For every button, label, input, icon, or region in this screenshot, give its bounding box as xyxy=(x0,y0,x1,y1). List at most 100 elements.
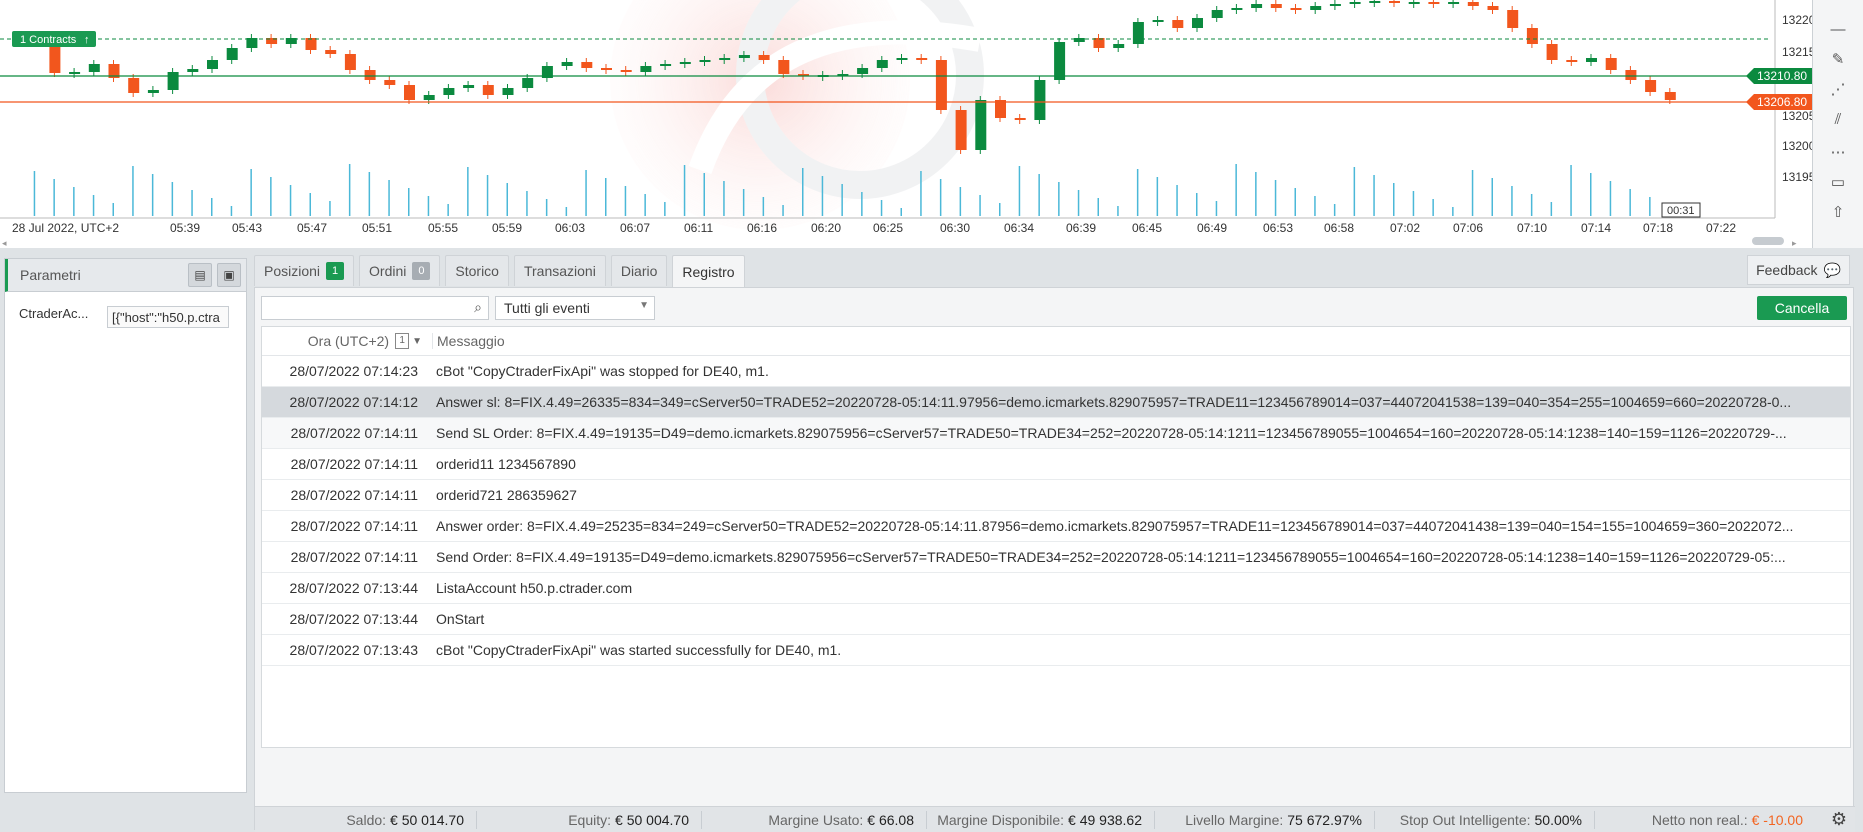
candle xyxy=(187,69,199,72)
volume-bar xyxy=(1196,193,1198,216)
minus-icon[interactable]: — xyxy=(1828,20,1848,40)
candlestick-chart[interactable]: 1 Contracts ↑ 13220.0 13215.0 13205.0 13… xyxy=(0,0,1812,248)
margin-level-stat: Livello Margine: 75 672.97% xyxy=(1155,810,1375,829)
channel-icon[interactable]: ⫽ xyxy=(1828,110,1848,130)
candle xyxy=(1251,4,1263,8)
volume-bar xyxy=(900,208,902,216)
volume-bar xyxy=(368,172,371,216)
volume-bar xyxy=(565,207,568,216)
time-label: 05:59 xyxy=(492,221,522,235)
clear-button[interactable]: Cancella xyxy=(1757,296,1847,320)
contracts-tag[interactable]: 1 Contracts ↑ xyxy=(12,31,96,47)
gear-icon[interactable]: ⚙ xyxy=(1831,809,1847,830)
candle xyxy=(995,100,1006,118)
volume-bar xyxy=(1077,190,1080,216)
arrow-up-icon[interactable]: ⇧ xyxy=(1828,203,1848,223)
candle xyxy=(69,72,81,74)
candle xyxy=(1664,92,1676,100)
candle xyxy=(1526,28,1538,44)
table-row[interactable]: 28/07/2022 07:14:11 Send Order: 8=FIX.4.4… xyxy=(262,542,1850,573)
table-row[interactable]: 28/07/2022 07:14:12 Answer sl: 8=FIX.4.49… xyxy=(262,387,1850,418)
candle xyxy=(463,85,475,88)
table-row[interactable]: 28/07/2022 07:14:23 cBot "CopyCtraderFixA… xyxy=(262,356,1850,387)
candle xyxy=(1507,10,1519,28)
time-label: 07:14 xyxy=(1581,221,1611,235)
volume-bar xyxy=(802,168,804,216)
account-status-bar: Saldo: € 50 014.70 Equity: € 50 004.70 Mar… xyxy=(255,806,1855,832)
candle xyxy=(482,85,494,95)
tab-transactions[interactable]: Transazioni xyxy=(513,255,606,286)
log-header: Ora (UTC+2) 1 ▼ Messaggio xyxy=(262,327,1850,356)
time-label: 06:49 xyxy=(1197,221,1227,235)
volume-bar xyxy=(329,201,331,216)
table-row[interactable]: 28/07/2022 07:14:11 orderid11 1234567890 xyxy=(262,449,1850,480)
volume-bar xyxy=(1412,191,1415,216)
message-column-header[interactable]: Messaggio xyxy=(432,333,505,349)
tab-journal[interactable]: Diario xyxy=(610,255,668,286)
time-column-header[interactable]: Ora (UTC+2) 1 ▼ xyxy=(262,333,432,349)
search-icon[interactable]: ⌕ xyxy=(474,299,482,316)
candle xyxy=(1605,58,1617,70)
volume-bar xyxy=(880,200,883,216)
volume-bar xyxy=(624,186,627,216)
bottom-panel: Posizioni 1 Ordini 0 Storico Transazioni D… xyxy=(254,255,1860,832)
scroll-right-icon[interactable]: ▸ xyxy=(1792,238,1797,248)
rectangle-icon[interactable]: ▭ xyxy=(1828,173,1848,193)
table-row[interactable]: 28/07/2022 07:13:43 cBot "CopyCtraderFixA… xyxy=(262,635,1850,666)
fibonacci-icon[interactable]: ⋰ xyxy=(1828,80,1848,100)
table-row[interactable]: 28/07/2022 07:13:44 ListaAccount h50.p.ct… xyxy=(262,573,1850,604)
tab-history[interactable]: Storico xyxy=(445,255,509,286)
parameter-value-input[interactable]: [{"host":"h50.p.ctra xyxy=(107,306,229,328)
table-row[interactable]: 28/07/2022 07:14:11 Answer order: 8=FIX.4… xyxy=(262,511,1850,542)
watermark-logo xyxy=(610,0,984,230)
volume-bar xyxy=(1649,197,1651,216)
time-label: 07:18 xyxy=(1643,221,1673,235)
folder-open-icon[interactable]: ▤ xyxy=(188,263,212,287)
table-row[interactable]: 28/07/2022 07:14:11 orderid721 286359627 xyxy=(262,480,1850,511)
unrealized-net-stat: Netto non real.: € -10.00 xyxy=(1651,811,1803,828)
volume-bar xyxy=(1432,199,1434,216)
bid-price-tag: 13210.80 xyxy=(1746,68,1812,84)
ask-price-tag: 13206.80 xyxy=(1746,94,1812,110)
tab-positions[interactable]: Posizioni 1 xyxy=(254,255,355,286)
candle xyxy=(1546,44,1558,60)
volume-bar xyxy=(979,195,981,216)
grid-icon[interactable]: ⋯ xyxy=(1828,143,1848,163)
log-table[interactable]: Ora (UTC+2) 1 ▼ Messaggio 28/07/2022 07:14… xyxy=(261,326,1851,748)
save-icon[interactable]: ▣ xyxy=(217,263,241,287)
scroll-left-icon[interactable]: ◂ xyxy=(2,238,7,248)
candle xyxy=(699,60,711,62)
search-input[interactable]: ⌕ xyxy=(261,296,489,320)
price-chart[interactable]: 1 Contracts ↑ 13220.0 13215.0 13205.0 13… xyxy=(0,0,1812,248)
candle xyxy=(522,78,534,88)
chart-scrollbar[interactable] xyxy=(1752,237,1784,245)
feedback-button[interactable]: Feedback 💬 xyxy=(1747,255,1850,285)
time-label: 05:55 xyxy=(428,221,458,235)
equity-stat: Equity: € 50 004.70 xyxy=(477,810,702,829)
time-label: 06:53 xyxy=(1263,221,1293,235)
volume-bar xyxy=(270,177,272,216)
candle xyxy=(1467,2,1479,6)
table-row[interactable]: 28/07/2022 07:14:11 Send SL Order: 8=FIX.… xyxy=(262,418,1850,449)
volume-bar xyxy=(1393,183,1395,216)
volume-bar xyxy=(1176,185,1178,216)
tab-log[interactable]: Registro xyxy=(672,255,745,288)
volume-bar xyxy=(1136,169,1139,216)
volume-bar xyxy=(841,184,843,216)
tab-orders[interactable]: Ordini 0 xyxy=(359,255,441,286)
pencil-icon[interactable]: ✎ xyxy=(1828,50,1848,70)
candle xyxy=(1270,4,1282,8)
time-label: 06:45 xyxy=(1132,221,1162,235)
drawing-toolbar: — ✎ ⋰ ⫽ ⋯ ▭ ⇧ xyxy=(1812,0,1863,248)
volume-bar xyxy=(348,164,351,216)
balance-stat: Saldo: € 50 014.70 xyxy=(255,810,477,829)
time-label: 05:47 xyxy=(297,221,327,235)
table-row[interactable]: 28/07/2022 07:13:44 OnStart xyxy=(262,604,1850,635)
candle xyxy=(581,62,593,68)
parameter-key: CtraderAc... xyxy=(19,306,89,321)
volume-bar xyxy=(427,196,430,216)
smart-stop-out-stat: Stop Out Intelligente: 50.00% xyxy=(1375,810,1595,829)
event-filter-select[interactable]: Tutti gli eventi ▼ xyxy=(495,296,655,320)
candle xyxy=(679,62,691,64)
volume-bar xyxy=(1097,198,1099,216)
